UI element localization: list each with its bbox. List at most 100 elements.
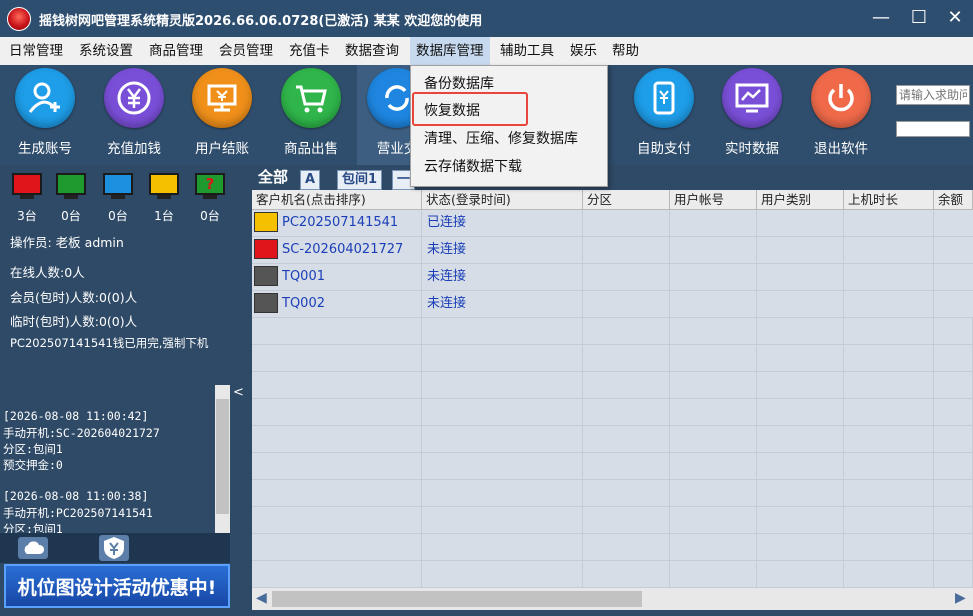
table-row[interactable]: SC-202604021727 未连接: [252, 237, 973, 264]
app-logo-icon: [7, 7, 31, 31]
empty-cell: [757, 237, 844, 263]
shield-yuan-icon[interactable]: [99, 535, 129, 561]
checkout-button[interactable]: 用户结账: [182, 65, 262, 165]
collapse-arrow-icon[interactable]: <: [233, 385, 247, 400]
recharge-button[interactable]: 充值加钱: [94, 65, 174, 165]
col-status[interactable]: 状态(登录时间): [422, 190, 583, 210]
table-row[interactable]: TQ001 未连接: [252, 264, 973, 291]
empty-cell: [252, 453, 422, 479]
monitor-stand: [20, 195, 34, 199]
empty-cell: [583, 507, 670, 533]
menu-recharge-card[interactable]: 充值卡: [289, 37, 330, 65]
empty-cell: [757, 318, 844, 344]
log-scroll-thumb[interactable]: [216, 399, 229, 514]
menu-tools[interactable]: 辅助工具: [500, 37, 554, 65]
notice-text: PC202507141541钱已用完,强制下机: [10, 336, 209, 350]
left-status-panel: 3台 0台 0台 1台 ? 0台 操作员: 老板 admin 在线人数:0人 会…: [0, 165, 230, 616]
self-pay-button[interactable]: 自助支付: [624, 65, 704, 165]
monitor-icon: [254, 212, 278, 232]
member-count-text: 会员(包时)人数:0(0)人: [10, 290, 138, 305]
scroll-left-icon[interactable]: ◀: [256, 590, 267, 606]
log-line: 分区:包间1: [3, 442, 63, 456]
col-zone[interactable]: 分区: [583, 190, 670, 210]
self-pay-label: 自助支付: [637, 141, 691, 157]
client-name-cell: TQ002: [252, 291, 422, 317]
empty-cell: [934, 426, 973, 452]
menu-item-cloud-download[interactable]: 云存储数据下载: [411, 153, 605, 181]
col-duration[interactable]: 上机时长: [844, 190, 934, 210]
empty-cell: [934, 534, 973, 560]
realtime-data-button[interactable]: 实时数据: [712, 65, 792, 165]
help-search-input[interactable]: [896, 85, 970, 105]
empty-cell: [583, 291, 670, 317]
hscroll-thumb[interactable]: [272, 591, 642, 607]
promo-banner[interactable]: 机位图设计活动优惠中!: [4, 564, 230, 608]
empty-cell: [844, 237, 934, 263]
empty-cell: [934, 561, 973, 587]
close-button[interactable]: ✕: [937, 6, 973, 30]
empty-cell: [844, 264, 934, 290]
cloud-icon[interactable]: [18, 537, 48, 559]
table-row[interactable]: TQ002 未连接: [252, 291, 973, 318]
empty-cell: [844, 291, 934, 317]
col-balance[interactable]: 余额: [934, 190, 973, 210]
empty-cell: [252, 399, 422, 425]
empty-table-row: [252, 480, 973, 507]
menu-product[interactable]: 商品管理: [149, 37, 203, 65]
tab-room1[interactable]: 包间1: [337, 170, 383, 190]
empty-cell: [252, 345, 422, 371]
log-scrollbar[interactable]: [215, 385, 230, 533]
log-line: 预交押金:0: [3, 458, 63, 472]
monitor-green-icon: [56, 173, 86, 195]
monitor-stand: [157, 195, 171, 199]
empty-cell: [757, 345, 844, 371]
monitor-red-icon: [12, 173, 42, 195]
empty-cell: [844, 318, 934, 344]
empty-cell: [252, 318, 422, 344]
help-search-secondary-input[interactable]: [896, 121, 970, 137]
menu-bar: 日常管理 系统设置 商品管理 会员管理 充值卡 数据查询 数据库管理 辅助工具 …: [0, 37, 973, 66]
empty-cell: [670, 399, 757, 425]
empty-table-row: [252, 318, 973, 345]
tab-all[interactable]: 全部: [258, 168, 288, 186]
empty-cell: [844, 480, 934, 506]
menu-daily[interactable]: 日常管理: [9, 37, 63, 65]
log-line: [2026-08-08 11:00:42]: [3, 409, 149, 423]
menu-help[interactable]: 帮助: [612, 37, 639, 65]
exit-software-button[interactable]: 退出软件: [801, 65, 881, 165]
empty-cell: [670, 210, 757, 236]
maximize-button[interactable]: ☐: [901, 6, 937, 30]
empty-cell: [844, 372, 934, 398]
minimize-button[interactable]: —: [863, 6, 899, 30]
empty-cell: [757, 507, 844, 533]
empty-cell: [670, 480, 757, 506]
menu-member[interactable]: 会员管理: [219, 37, 273, 65]
empty-cell: [252, 561, 422, 587]
power-icon: [811, 68, 871, 128]
empty-cell: [422, 426, 583, 452]
scroll-right-icon[interactable]: ▶: [955, 590, 966, 606]
empty-cell: [844, 399, 934, 425]
col-client-name[interactable]: 客户机名(点击排序): [252, 190, 422, 210]
col-account[interactable]: 用户帐号: [670, 190, 757, 210]
empty-cell: [757, 534, 844, 560]
tab-a[interactable]: A: [300, 170, 321, 190]
menu-database[interactable]: 数据库管理: [410, 37, 490, 65]
client-name: TQ002: [282, 296, 325, 311]
window-title: 摇钱树网吧管理系统精灵版2026.66.06.0728(已激活) 某某 欢迎您的…: [39, 14, 483, 29]
empty-table-row: [252, 453, 973, 480]
empty-cell: [757, 264, 844, 290]
client-table: 客户机名(点击排序) 状态(登录时间) 分区 用户帐号 用户类别 上机时长 余额…: [252, 190, 973, 588]
table-row[interactable]: PC202507141541 已连接: [252, 210, 973, 237]
menu-item-clean-compress-repair[interactable]: 清理、压缩、修复数据库: [411, 125, 605, 153]
menu-entertainment[interactable]: 娱乐: [570, 37, 597, 65]
client-name: PC202507141541: [282, 215, 399, 230]
menu-data-query[interactable]: 数据查询: [345, 37, 399, 65]
sell-product-button[interactable]: 商品出售: [271, 65, 351, 165]
empty-cell: [844, 210, 934, 236]
generate-account-button[interactable]: 生成账号: [5, 65, 85, 165]
table-horizontal-scrollbar[interactable]: ◀ ▶: [252, 588, 973, 610]
monitor-icon: [254, 293, 278, 313]
col-user-type[interactable]: 用户类别: [757, 190, 844, 210]
menu-system-settings[interactable]: 系统设置: [79, 37, 133, 65]
